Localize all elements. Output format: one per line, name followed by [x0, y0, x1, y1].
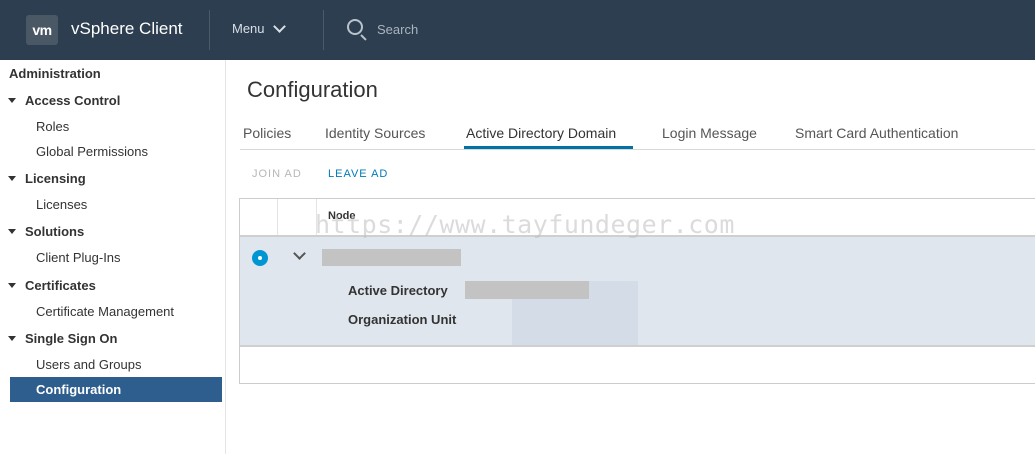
tab-smart-card-authentication[interactable]: Smart Card Authentication — [795, 125, 958, 141]
sidebar-title: Administration — [9, 66, 101, 81]
app-title: vSphere Client — [71, 19, 183, 38]
search-placeholder: Search — [377, 21, 419, 37]
watermark-text: https://www.tayfundeger.com — [315, 210, 735, 239]
sidebar-item-client-plugins[interactable]: Client Plug-Ins — [36, 250, 121, 265]
sidebar-section-access-control[interactable]: Access Control — [8, 93, 120, 108]
chevron-down-icon — [272, 19, 286, 33]
detail-label-organization-unit: Organization Unit — [348, 312, 457, 327]
tab-policies[interactable]: Policies — [243, 125, 291, 141]
global-search[interactable]: Search — [345, 17, 418, 41]
section-label: Solutions — [25, 224, 85, 239]
caret-down-icon — [8, 176, 16, 181]
sidebar-section-certificates[interactable]: Certificates — [8, 278, 96, 293]
column-separator — [277, 199, 278, 235]
section-label: Licensing — [25, 171, 86, 186]
tab-login-message[interactable]: Login Message — [662, 125, 757, 141]
sidebar-item-configuration[interactable]: Configuration — [10, 377, 222, 402]
sidebar-item-certificate-management[interactable]: Certificate Management — [36, 304, 174, 319]
search-icon — [345, 17, 369, 41]
top-header: vm vSphere Client Menu Search — [0, 0, 1035, 60]
config-tabs: Policies Identity Sources Active Directo… — [240, 122, 1035, 150]
section-label: Certificates — [25, 278, 96, 293]
page-title: Configuration — [247, 77, 378, 102]
menu-label: Menu — [232, 21, 265, 36]
sidebar-item-roles[interactable]: Roles — [36, 119, 69, 134]
sidebar-item-global-permissions[interactable]: Global Permissions — [36, 144, 148, 159]
caret-down-icon — [8, 229, 16, 234]
row-select-radio[interactable] — [252, 250, 268, 266]
detail-label-active-directory: Active Directory — [348, 283, 448, 298]
sidebar-section-solutions[interactable]: Solutions — [8, 224, 84, 239]
section-label: Access Control — [25, 93, 121, 108]
menu-button[interactable]: Menu — [232, 19, 286, 36]
tab-identity-sources[interactable]: Identity Sources — [325, 125, 425, 141]
redacted-node-name — [322, 249, 461, 266]
sidebar-section-single-sign-on[interactable]: Single Sign On — [8, 331, 117, 346]
chevron-down-icon[interactable] — [293, 247, 306, 260]
join-ad-button[interactable]: JOIN AD — [252, 168, 302, 180]
redacted-active-directory-value — [465, 281, 589, 299]
active-tab-indicator — [464, 146, 633, 149]
header-divider — [209, 10, 210, 50]
caret-down-icon — [8, 98, 16, 103]
table-row[interactable]: Active Directory Organization Unit — [240, 237, 1035, 347]
vmware-logo[interactable]: vm — [26, 15, 58, 45]
leave-ad-button[interactable]: LEAVE AD — [328, 168, 388, 180]
sidebar-section-licensing[interactable]: Licensing — [8, 171, 86, 186]
sidebar-item-licenses[interactable]: Licenses — [36, 197, 87, 212]
caret-down-icon — [8, 336, 16, 341]
header-divider — [323, 10, 324, 50]
section-label: Single Sign On — [25, 331, 118, 346]
sidebar-item-users-and-groups[interactable]: Users and Groups — [36, 357, 142, 372]
admin-sidebar: Administration Access Control Roles Glob… — [0, 60, 226, 454]
tab-active-directory-domain[interactable]: Active Directory Domain — [466, 125, 616, 141]
caret-down-icon — [8, 283, 16, 288]
